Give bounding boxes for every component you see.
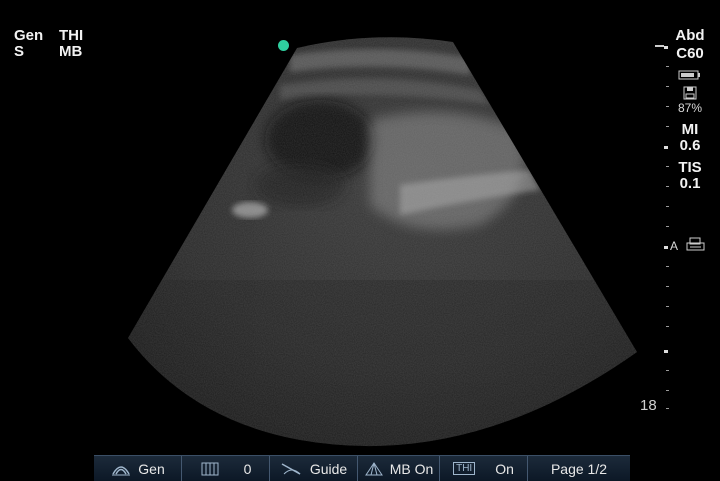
right-panel: Abd C60 87% MI 0.6 TIS 0.1: [670, 28, 710, 192]
save-icon[interactable]: [682, 86, 698, 100]
mi-label: MI: [681, 121, 699, 138]
thi-control[interactable]: THI On: [440, 456, 528, 481]
guide-label: Guide: [309, 460, 348, 477]
print-icon[interactable]: [685, 237, 707, 258]
mb-control[interactable]: MB On: [358, 456, 440, 481]
page-control[interactable]: Page 1/2: [528, 456, 630, 481]
orientation-marker-icon: [278, 40, 289, 51]
mb-icon: [364, 461, 384, 477]
exam-type: Abd: [675, 27, 705, 44]
s-label: S: [14, 43, 25, 60]
ultrasound-image[interactable]: [0, 0, 720, 480]
battery-icon: [678, 68, 702, 80]
gain-control[interactable]: Gen: [94, 456, 182, 481]
thi-value: On: [495, 460, 514, 477]
mode-info: THI MB: [59, 28, 83, 60]
needle-guide-icon: [280, 461, 304, 477]
tis-label: TIS: [678, 159, 702, 176]
depth-scale: [662, 40, 670, 420]
mi-value: 0.6: [679, 137, 701, 154]
battery-percent: 87%: [677, 101, 703, 115]
gain-icon: [110, 461, 132, 477]
tis-value: 0.1: [679, 175, 701, 192]
mb-label: MB: [59, 43, 83, 60]
control-bar: Gen 0 Guide MB On THI On Page 1/2: [94, 455, 630, 481]
dynamic-range-icon: [200, 461, 220, 477]
gen-label: Gen: [14, 27, 44, 44]
thi-icon: THI: [453, 462, 476, 475]
dynamic-range-control[interactable]: 0: [182, 456, 270, 481]
transducer-type: C60: [676, 45, 704, 62]
page-label: Page 1/2: [550, 460, 608, 477]
mb-label: MB On: [389, 460, 434, 477]
dynamic-range-value: 0: [243, 460, 252, 477]
thi-label: THI: [59, 27, 84, 44]
annotation-label: A: [670, 239, 679, 253]
guide-control[interactable]: Guide: [270, 456, 358, 481]
gain-label: Gen: [138, 460, 165, 477]
depth-value: 18: [640, 397, 657, 414]
preset-info: Gen S: [14, 28, 43, 60]
